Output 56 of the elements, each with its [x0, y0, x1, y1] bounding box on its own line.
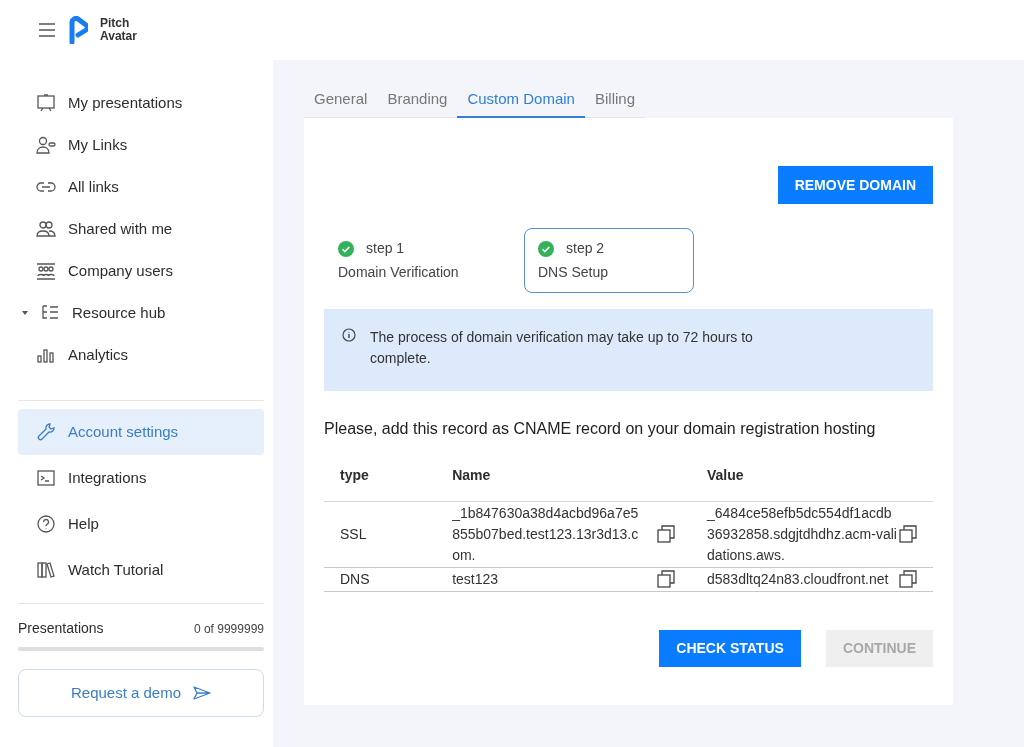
presentation-screen-icon — [36, 93, 56, 113]
terminal-icon — [36, 468, 56, 488]
notice-text: The process of domain verification may take up to 72 hours to complete. — [370, 328, 754, 368]
usage-label: Presentations — [18, 619, 104, 638]
logo-icon — [68, 16, 88, 44]
table-cell-text: test123 — [452, 569, 500, 589]
step-label: step 2 — [566, 239, 605, 258]
sidebar-item[interactable]: My Links — [18, 124, 264, 166]
table-cell: SSL — [324, 501, 437, 567]
tab[interactable]: Branding — [377, 87, 458, 118]
instruction-text: Please, add this record as CNAME record on your domain registration hosting — [324, 419, 877, 439]
sidebar-item[interactable]: Integrations — [18, 455, 264, 501]
person-link-icon — [36, 135, 56, 155]
wrench-icon — [36, 422, 56, 442]
books-icon — [36, 560, 56, 580]
step-title: DNS Setup — [538, 263, 610, 282]
sidebar-item[interactable]: Company users — [18, 250, 264, 292]
two-people-icon — [36, 219, 56, 239]
check-icon — [538, 240, 554, 257]
step-card[interactable]: step 1 Domain Verification — [324, 228, 494, 293]
sidebar-item[interactable]: All links — [18, 166, 264, 208]
sidebar-item[interactable]: Help — [18, 501, 264, 547]
usage-count: 0 of 9999999 — [193, 620, 264, 638]
column-header: Value — [691, 451, 933, 501]
help-icon — [36, 514, 56, 534]
menu-icon[interactable] — [38, 23, 56, 37]
tab[interactable]: General — [304, 87, 378, 118]
column-header: type — [324, 451, 437, 501]
table-cell: DNS — [324, 567, 437, 591]
send-icon — [193, 686, 212, 700]
table-cell-text: _1b847630a38d4acbd96a7e5855b07bed.test123.13r3d13.com. — [452, 503, 640, 565]
check-status-button[interactable]: CHECK STATUS — [659, 629, 801, 667]
request-demo-button[interactable]: Request a demo — [18, 669, 264, 717]
step-title: Domain Verification — [338, 263, 460, 282]
step-card[interactable]: step 2 DNS Setup — [524, 228, 694, 293]
table-cell-text: d583dltq24n83.cloudfront.net — [707, 569, 890, 589]
sidebar-item[interactable]: Account settings — [18, 409, 264, 455]
remove-domain-button[interactable]: REMOVE DOMAIN — [777, 166, 933, 204]
logo-text: Pitch Avatar — [100, 17, 137, 43]
step-label: step 1 — [366, 239, 405, 258]
caret-icon — [22, 311, 28, 315]
copy-icon[interactable] — [657, 570, 675, 588]
copy-icon[interactable] — [899, 570, 917, 588]
sidebar-item[interactable]: Resource hub — [4, 292, 250, 334]
sidebar-item[interactable]: My presentations — [18, 82, 264, 124]
check-icon — [338, 240, 354, 257]
column-header: Name — [436, 451, 691, 501]
copy-icon[interactable] — [657, 525, 675, 543]
sidebar-item[interactable]: Watch Tutorial — [18, 547, 264, 593]
group-people-icon — [36, 261, 56, 281]
tab[interactable]: Billing — [584, 87, 645, 118]
copy-icon[interactable] — [899, 525, 917, 543]
info-icon — [342, 328, 356, 342]
table-cell-text: _6484ce58efb5dc554df1acdb36932858.sdgjtdhdhz.acm-validations.aws. — [707, 503, 898, 565]
sidebar-item[interactable]: Analytics — [18, 334, 264, 376]
sidebar-item[interactable]: Shared with me — [18, 208, 264, 250]
